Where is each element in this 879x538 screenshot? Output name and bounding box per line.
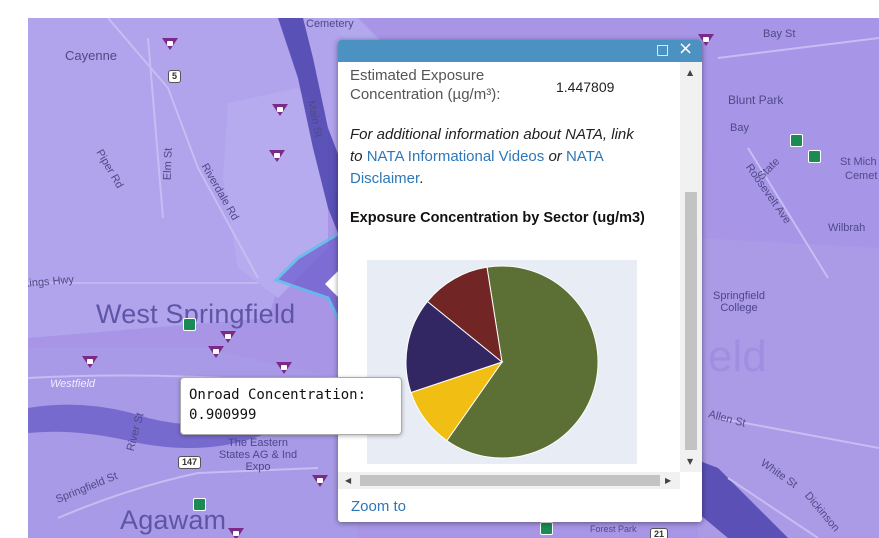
place-label-eastern-states: The Eastern States AG & Ind Expo [218, 437, 298, 473]
facility-marker-icon[interactable] [220, 331, 236, 343]
facility-marker-icon[interactable] [82, 356, 98, 368]
vertical-scrollbar[interactable]: ▲ ▼ [680, 62, 702, 472]
facility-marker-icon[interactable] [228, 528, 244, 538]
scroll-right-icon[interactable]: ▶ [665, 476, 671, 485]
zoom-to-link[interactable]: Zoom to [351, 498, 406, 515]
place-label: St Mich [840, 156, 877, 168]
scrollbar-thumb[interactable] [360, 475, 660, 486]
facility-marker-icon[interactable] [272, 104, 288, 116]
facility-marker-icon[interactable] [208, 346, 224, 358]
field-label: Estimated Exposure Concentration (µg/m³)… [350, 67, 501, 103]
street-label: Bay [730, 122, 749, 134]
popup-header: □ × [338, 40, 702, 62]
tooltip-label: Onroad Concentration: [189, 387, 367, 403]
scrollbar-thumb[interactable] [685, 192, 697, 450]
facility-green-icon[interactable] [790, 134, 803, 147]
scroll-left-icon[interactable]: ◀ [345, 476, 351, 485]
nata-videos-link[interactable]: NATA Informational Videos [367, 148, 545, 165]
street-label: Bay St [763, 28, 796, 40]
pie-chart-panel [367, 260, 637, 464]
place-label: Cayenne [65, 48, 118, 63]
scroll-up-icon[interactable]: ▲ [687, 68, 693, 77]
place-label: Blunt Park [728, 93, 784, 107]
close-icon[interactable]: × [678, 40, 693, 58]
popup-pointer [325, 270, 339, 298]
town-label-springfield: eld [708, 332, 767, 381]
facility-green-icon[interactable] [808, 150, 821, 163]
route-shield: 21 [650, 528, 669, 538]
facility-green-icon[interactable] [183, 318, 196, 331]
town-label-agawam: Agawam [120, 505, 227, 535]
info-popup[interactable]: □ × Estimated Exposure Concentration (µg… [338, 40, 702, 522]
field-value: 1.447809 [556, 79, 615, 95]
facility-green-icon[interactable] [193, 498, 206, 511]
route-shield: 147 [178, 456, 202, 469]
facility-marker-icon[interactable] [312, 475, 328, 487]
scroll-down-icon[interactable]: ▼ [687, 457, 693, 466]
route-shield: 5 [168, 70, 182, 83]
street-label: Cemetery [306, 18, 354, 30]
facility-marker-icon[interactable] [276, 362, 292, 374]
facility-marker-icon[interactable] [162, 38, 178, 50]
info-suffix: . [419, 170, 424, 187]
street-label: Westfield [50, 378, 96, 390]
place-label-springfield-college: Springfield College [713, 290, 765, 314]
facility-marker-icon[interactable] [269, 150, 285, 162]
pie-chart[interactable] [367, 260, 637, 464]
info-text: For additional information about NATA, l… [350, 124, 650, 190]
tooltip-value: 0.900999 [189, 407, 257, 423]
horizontal-scrollbar[interactable]: ◀ ▶ [338, 472, 680, 489]
street-label: Wilbrah [828, 222, 866, 234]
place-label: Cemet [845, 170, 878, 182]
street-label: Elm St [161, 147, 175, 181]
chart-tooltip: Onroad Concentration: 0.900999 [180, 377, 402, 435]
maximize-icon[interactable]: □ [656, 42, 669, 59]
facility-green-icon[interactable] [540, 522, 553, 535]
chart-title: Exposure Concentration by Sector (ug/m3) [350, 210, 645, 226]
street-label: Forest Park [590, 524, 637, 534]
info-mid: or [544, 148, 566, 165]
